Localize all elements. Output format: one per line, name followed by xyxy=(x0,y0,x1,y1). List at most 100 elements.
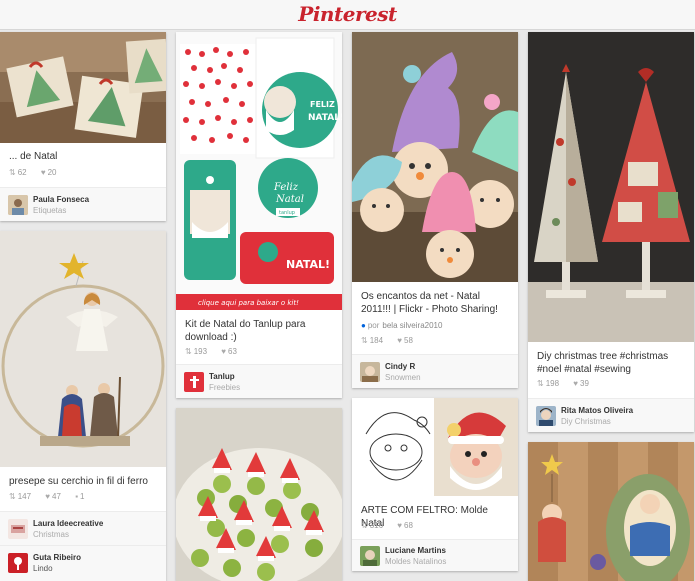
avatar[interactable] xyxy=(360,362,380,382)
board-name[interactable]: Diy Christmas xyxy=(561,417,611,426)
pinner-name[interactable]: Paula Fonseca xyxy=(33,195,89,204)
avatar-icon xyxy=(536,406,556,426)
felt-nativity-ornaments-photo xyxy=(528,442,694,581)
grape-skewers-photo xyxy=(176,408,342,581)
pin-image[interactable] xyxy=(528,32,694,342)
board-name[interactable]: Etiquetas xyxy=(33,206,66,215)
pin-card[interactable]: Diy christmas tree #christmas #noel #nat… xyxy=(528,32,694,432)
pin-stats: ⇅ 316 ♥ 68 xyxy=(361,521,425,530)
board-name[interactable]: Christmas xyxy=(33,530,69,539)
avatar-icon xyxy=(360,546,380,566)
pin-image[interactable] xyxy=(528,442,694,581)
pin-stats: ⇅ 147 ♥ 47 ▪ 1 xyxy=(9,492,96,501)
pinner-name[interactable]: Tanlup xyxy=(209,372,235,381)
heart-icon: ♥ xyxy=(397,521,403,530)
heart-icon: ♥ xyxy=(397,336,403,345)
repin-icon: ⇅ xyxy=(361,336,368,345)
pinner-name[interactable]: Luciane Martins xyxy=(385,546,446,555)
image-text-brand-tag: tanlup xyxy=(279,210,295,216)
avatar[interactable] xyxy=(360,546,380,566)
image-text-feliz: FELIZ xyxy=(310,100,335,109)
pin-image[interactable] xyxy=(352,32,518,282)
pin-card[interactable]: FELIZ NATAL! Feliz Natal tanlup NATAL! c… xyxy=(176,32,342,398)
pin-card[interactable]: Os encantos da net - Natal 2011!!! | Fli… xyxy=(352,32,518,388)
pin-description[interactable]: Os encantos da net - Natal 2011!!! | Fli… xyxy=(361,290,510,316)
avatar[interactable] xyxy=(536,406,556,426)
repin-count: 198 xyxy=(545,379,560,388)
like-count: 68 xyxy=(404,521,413,530)
pin-image[interactable] xyxy=(352,398,518,496)
repin-count: 316 xyxy=(369,521,384,530)
comment-count: 1 xyxy=(80,492,85,501)
avatar-icon xyxy=(8,195,28,215)
avatar-icon xyxy=(360,362,380,382)
flickr-icon: ● xyxy=(361,321,366,330)
pin-image[interactable] xyxy=(176,408,342,581)
pin-attribution[interactable]: Rita Matos Oliveira Diy Christmas xyxy=(528,398,694,432)
like-count: 63 xyxy=(228,347,237,356)
board-name[interactable]: Snowmen xyxy=(385,373,421,382)
pin-attribution[interactable]: Laura Ideecreative Christmas xyxy=(0,511,166,545)
pin-card[interactable]: ... de Natal ⇅ 62 ♥ 20 Paula Fonseca Etiqu… xyxy=(0,32,166,221)
pin-attribution[interactable]: Cindy R Snowmen xyxy=(352,354,518,388)
pin-image[interactable] xyxy=(0,32,166,143)
avatar[interactable] xyxy=(184,372,204,392)
repin-count: 184 xyxy=(369,336,384,345)
pinner-name[interactable]: Laura Ideecreative xyxy=(33,519,103,528)
pin-attribution-secondary[interactable]: Guta Ribeiro Lindo xyxy=(0,545,166,581)
repin-icon: ⇅ xyxy=(361,521,368,530)
felt-snowmen-photo xyxy=(352,32,518,282)
pin-card[interactable] xyxy=(176,408,342,581)
pin-stats: ⇅ 62 ♥ 20 xyxy=(9,168,69,177)
pin-image[interactable] xyxy=(0,231,166,467)
pin-stats: ⇅ 193 ♥ 63 xyxy=(185,347,249,356)
pinner-name[interactable]: Cindy R xyxy=(385,362,415,371)
heart-icon: ♥ xyxy=(573,379,579,388)
santa-felt-pattern-photo xyxy=(352,398,518,496)
avatar[interactable] xyxy=(8,553,28,573)
pinterest-logo[interactable]: Pinterest xyxy=(0,2,695,26)
avatar[interactable] xyxy=(8,519,28,539)
pin-attribution[interactable]: Tanlup Freebies xyxy=(176,364,342,398)
repin-count: 147 xyxy=(17,492,32,501)
board-name[interactable]: Lindo xyxy=(33,564,53,573)
heart-icon: ♥ xyxy=(45,492,51,501)
board-name[interactable]: Moldes Natalinos xyxy=(385,557,446,566)
avatar[interactable] xyxy=(8,195,28,215)
pin-description[interactable]: presepe su cerchio in fil di ferro xyxy=(9,475,158,488)
pin-description[interactable]: ... de Natal xyxy=(9,150,158,163)
pin-card[interactable]: presepe su cerchio in fil di ferro ⇅ 147 … xyxy=(0,231,166,581)
pin-stats: ⇅ 184 ♥ 58 xyxy=(361,336,425,345)
repin-icon: ⇅ xyxy=(537,379,544,388)
repin-count: 62 xyxy=(17,168,27,177)
tanlup-logo-icon xyxy=(184,372,204,392)
image-text-natal-script: Natal xyxy=(275,194,304,205)
christmas-printables-photo: FELIZ NATAL! Feliz Natal tanlup NATAL! c… xyxy=(176,32,342,310)
via-source[interactable]: bela silveira2010 xyxy=(382,321,442,330)
pin-description[interactable]: Kit de Natal do Tanlup para download :) xyxy=(185,318,334,344)
fabric-christmas-trees-photo xyxy=(528,32,694,342)
board-name[interactable]: Freebies xyxy=(209,383,240,392)
gift-tags-photo xyxy=(0,32,166,143)
pin-via: ● por bela silveira2010 xyxy=(361,321,448,330)
pin-attribution[interactable]: Paula Fonseca Etiquetas xyxy=(0,187,166,221)
repin-icon: ⇅ xyxy=(9,492,16,501)
pinner-name[interactable]: Guta Ribeiro xyxy=(33,553,81,562)
pin-stats: ⇅ 198 ♥ 39 xyxy=(537,379,601,388)
pin-icon xyxy=(8,553,28,573)
pinner-name[interactable]: Rita Matos Oliveira xyxy=(561,406,633,415)
avatar-icon xyxy=(8,519,28,539)
like-count: 47 xyxy=(52,492,61,501)
pin-card[interactable] xyxy=(528,442,694,581)
repin-icon: ⇅ xyxy=(9,168,16,177)
like-count: 20 xyxy=(47,168,57,177)
pin-card[interactable]: ARTE COM FELTRO: Molde Natal ⇅ 316 ♥ 68 Lu… xyxy=(352,398,518,571)
pin-image[interactable]: FELIZ NATAL! Feliz Natal tanlup NATAL! c… xyxy=(176,32,342,310)
like-count: 58 xyxy=(404,336,413,345)
image-text-feliz-script: Feliz xyxy=(273,182,299,193)
pin-attribution[interactable]: Luciane Martins Moldes Natalinos xyxy=(352,539,518,571)
repin-count: 193 xyxy=(193,347,208,356)
comment-icon: ▪ xyxy=(75,492,79,501)
pin-description[interactable]: Diy christmas tree #christmas #noel #nat… xyxy=(537,350,686,376)
like-count: 39 xyxy=(580,379,589,388)
